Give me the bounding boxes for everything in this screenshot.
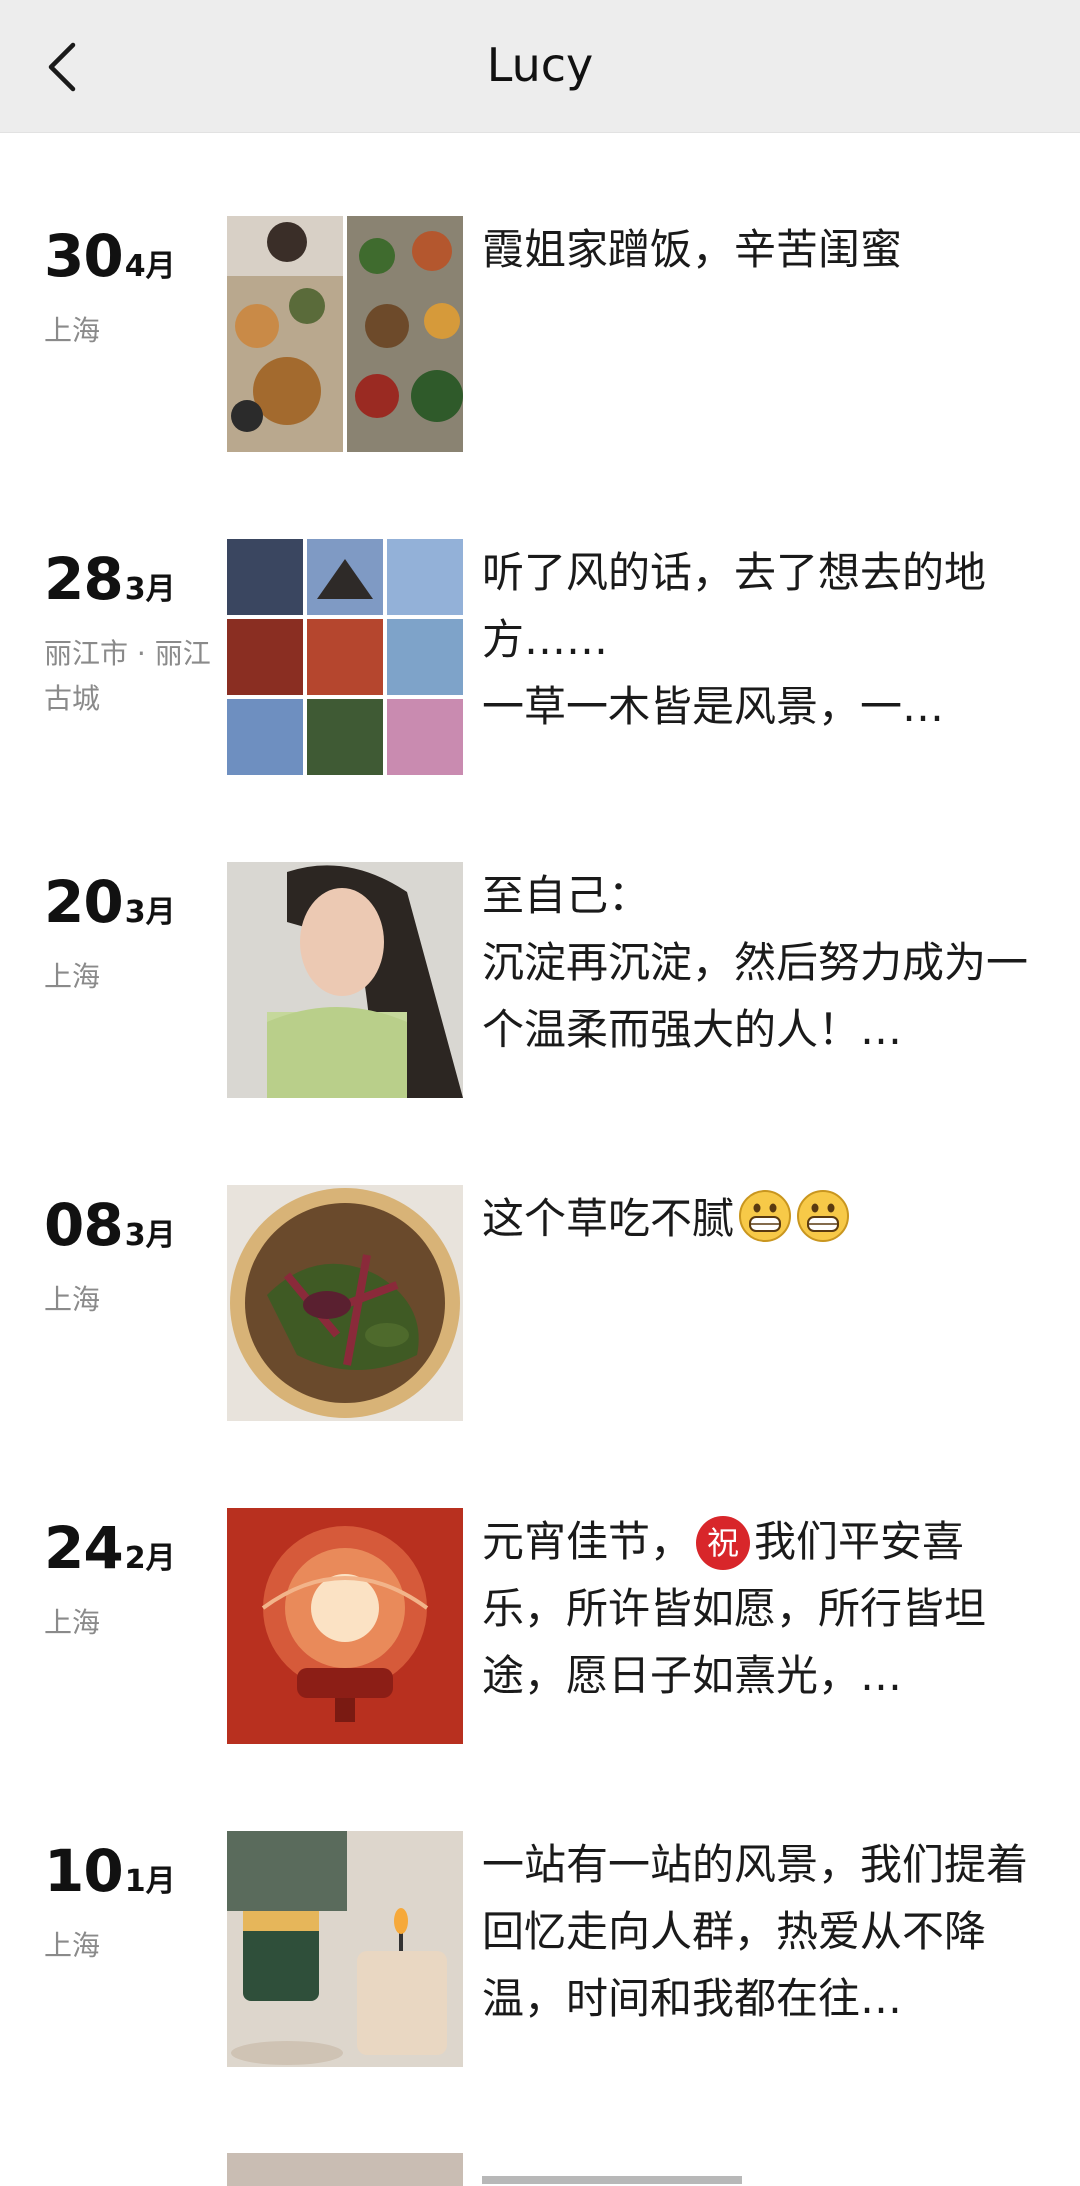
post-month: 3月: [124, 1218, 176, 1253]
post-month: 2月: [124, 1541, 176, 1576]
moment-post[interactable]: 083月 上海 这个草吃不腻: [0, 1185, 1080, 1425]
post-month: 4月: [124, 249, 176, 284]
grinning-face-icon: [797, 1190, 850, 1242]
blessing-badge: 祝: [696, 1516, 751, 1570]
post-photo[interactable]: [227, 1831, 463, 2067]
moment-post[interactable]: 101月 上海 一站有一站的风景，我们提着回忆走向人群，热爱从不降温，时间和我都…: [0, 1831, 1080, 2071]
post-date: 083月: [44, 1191, 176, 1259]
post-month: 3月: [124, 895, 176, 930]
post-photo-grid[interactable]: [227, 539, 463, 775]
post-text: 元宵佳节，祝我们平安喜乐，所许皆如愿，所行皆坦途，愿日子如熹光，…: [482, 1508, 1042, 1709]
lantern-festival-photo: [227, 1508, 463, 1744]
post-location: 上海: [44, 1283, 101, 1316]
post-text: 霞姐家蹭饭，辛苦闺蜜: [482, 225, 903, 274]
moment-post[interactable]: 203月 上海 至自己： 沉淀再沉淀，然后努力成为一个温柔而强大的人！…: [0, 862, 1080, 1102]
selfie-photo: [227, 862, 463, 1098]
post-day: 30: [44, 222, 124, 290]
post-date: 283月: [44, 545, 176, 613]
candle-photo: [227, 1831, 463, 2067]
moment-post[interactable]: 242月 上海 元宵佳节，祝我们平安喜乐，所许皆如愿，所行皆坦途，愿日子如熹光，…: [0, 1508, 1080, 1748]
post-location: 上海: [44, 960, 101, 993]
photo-collage: [227, 216, 463, 452]
post-location: 丽江市 · 丽江古城: [44, 637, 211, 715]
moment-post[interactable]: 304月 上海 霞姐家蹭饭，辛苦闺蜜: [0, 216, 1080, 456]
post-date: 242月: [44, 1514, 176, 1582]
post-location: 上海: [44, 1606, 101, 1639]
post-location: 上海: [44, 1929, 101, 1962]
post-month: 3月: [124, 572, 176, 607]
post-date: 203月: [44, 868, 176, 936]
post-text-content: 这个草吃不腻: [482, 1194, 735, 1243]
post-photo-partial[interactable]: [227, 2153, 463, 2186]
post-day: 28: [44, 545, 124, 613]
post-text-before: 元宵佳节，: [482, 1517, 693, 1566]
top-bar: Lucy: [0, 0, 1080, 133]
post-photo[interactable]: [227, 862, 463, 1098]
post-day: 24: [44, 1514, 124, 1582]
post-photo[interactable]: [227, 1185, 463, 1421]
post-date: 101月: [44, 1837, 176, 1905]
post-day: 20: [44, 868, 124, 936]
food-photo: [227, 1185, 463, 1421]
post-month: 1月: [124, 1864, 176, 1899]
grinning-face-icon: [739, 1190, 792, 1242]
moment-post[interactable]: 283月 丽江市 · 丽江古城 听了风的话，去了想去的地方…… 一草一木皆是风景…: [0, 539, 1080, 779]
post-text: 一站有一站的风景，我们提着回忆走向人群，热爱从不降温，时间和我都在往…: [482, 1840, 1029, 2023]
post-text: 听了风的话，去了想去的地方…… 一草一木皆是风景，一…: [482, 548, 987, 731]
page-title: Lucy: [486, 38, 594, 92]
post-text: 至自己： 沉淀再沉淀，然后努力成为一个温柔而强大的人！…: [482, 871, 1029, 1054]
post-photo[interactable]: [227, 1508, 463, 1744]
post-location: 上海: [44, 314, 101, 347]
post-text: 这个草吃不腻: [482, 1185, 1042, 1252]
post-photo-grid[interactable]: [227, 216, 463, 452]
post-day: 08: [44, 1191, 124, 1259]
post-text-partial: [482, 2150, 782, 2186]
post-date: 304月: [44, 222, 176, 290]
post-day: 10: [44, 1837, 124, 1905]
photo-collage: [227, 539, 463, 775]
